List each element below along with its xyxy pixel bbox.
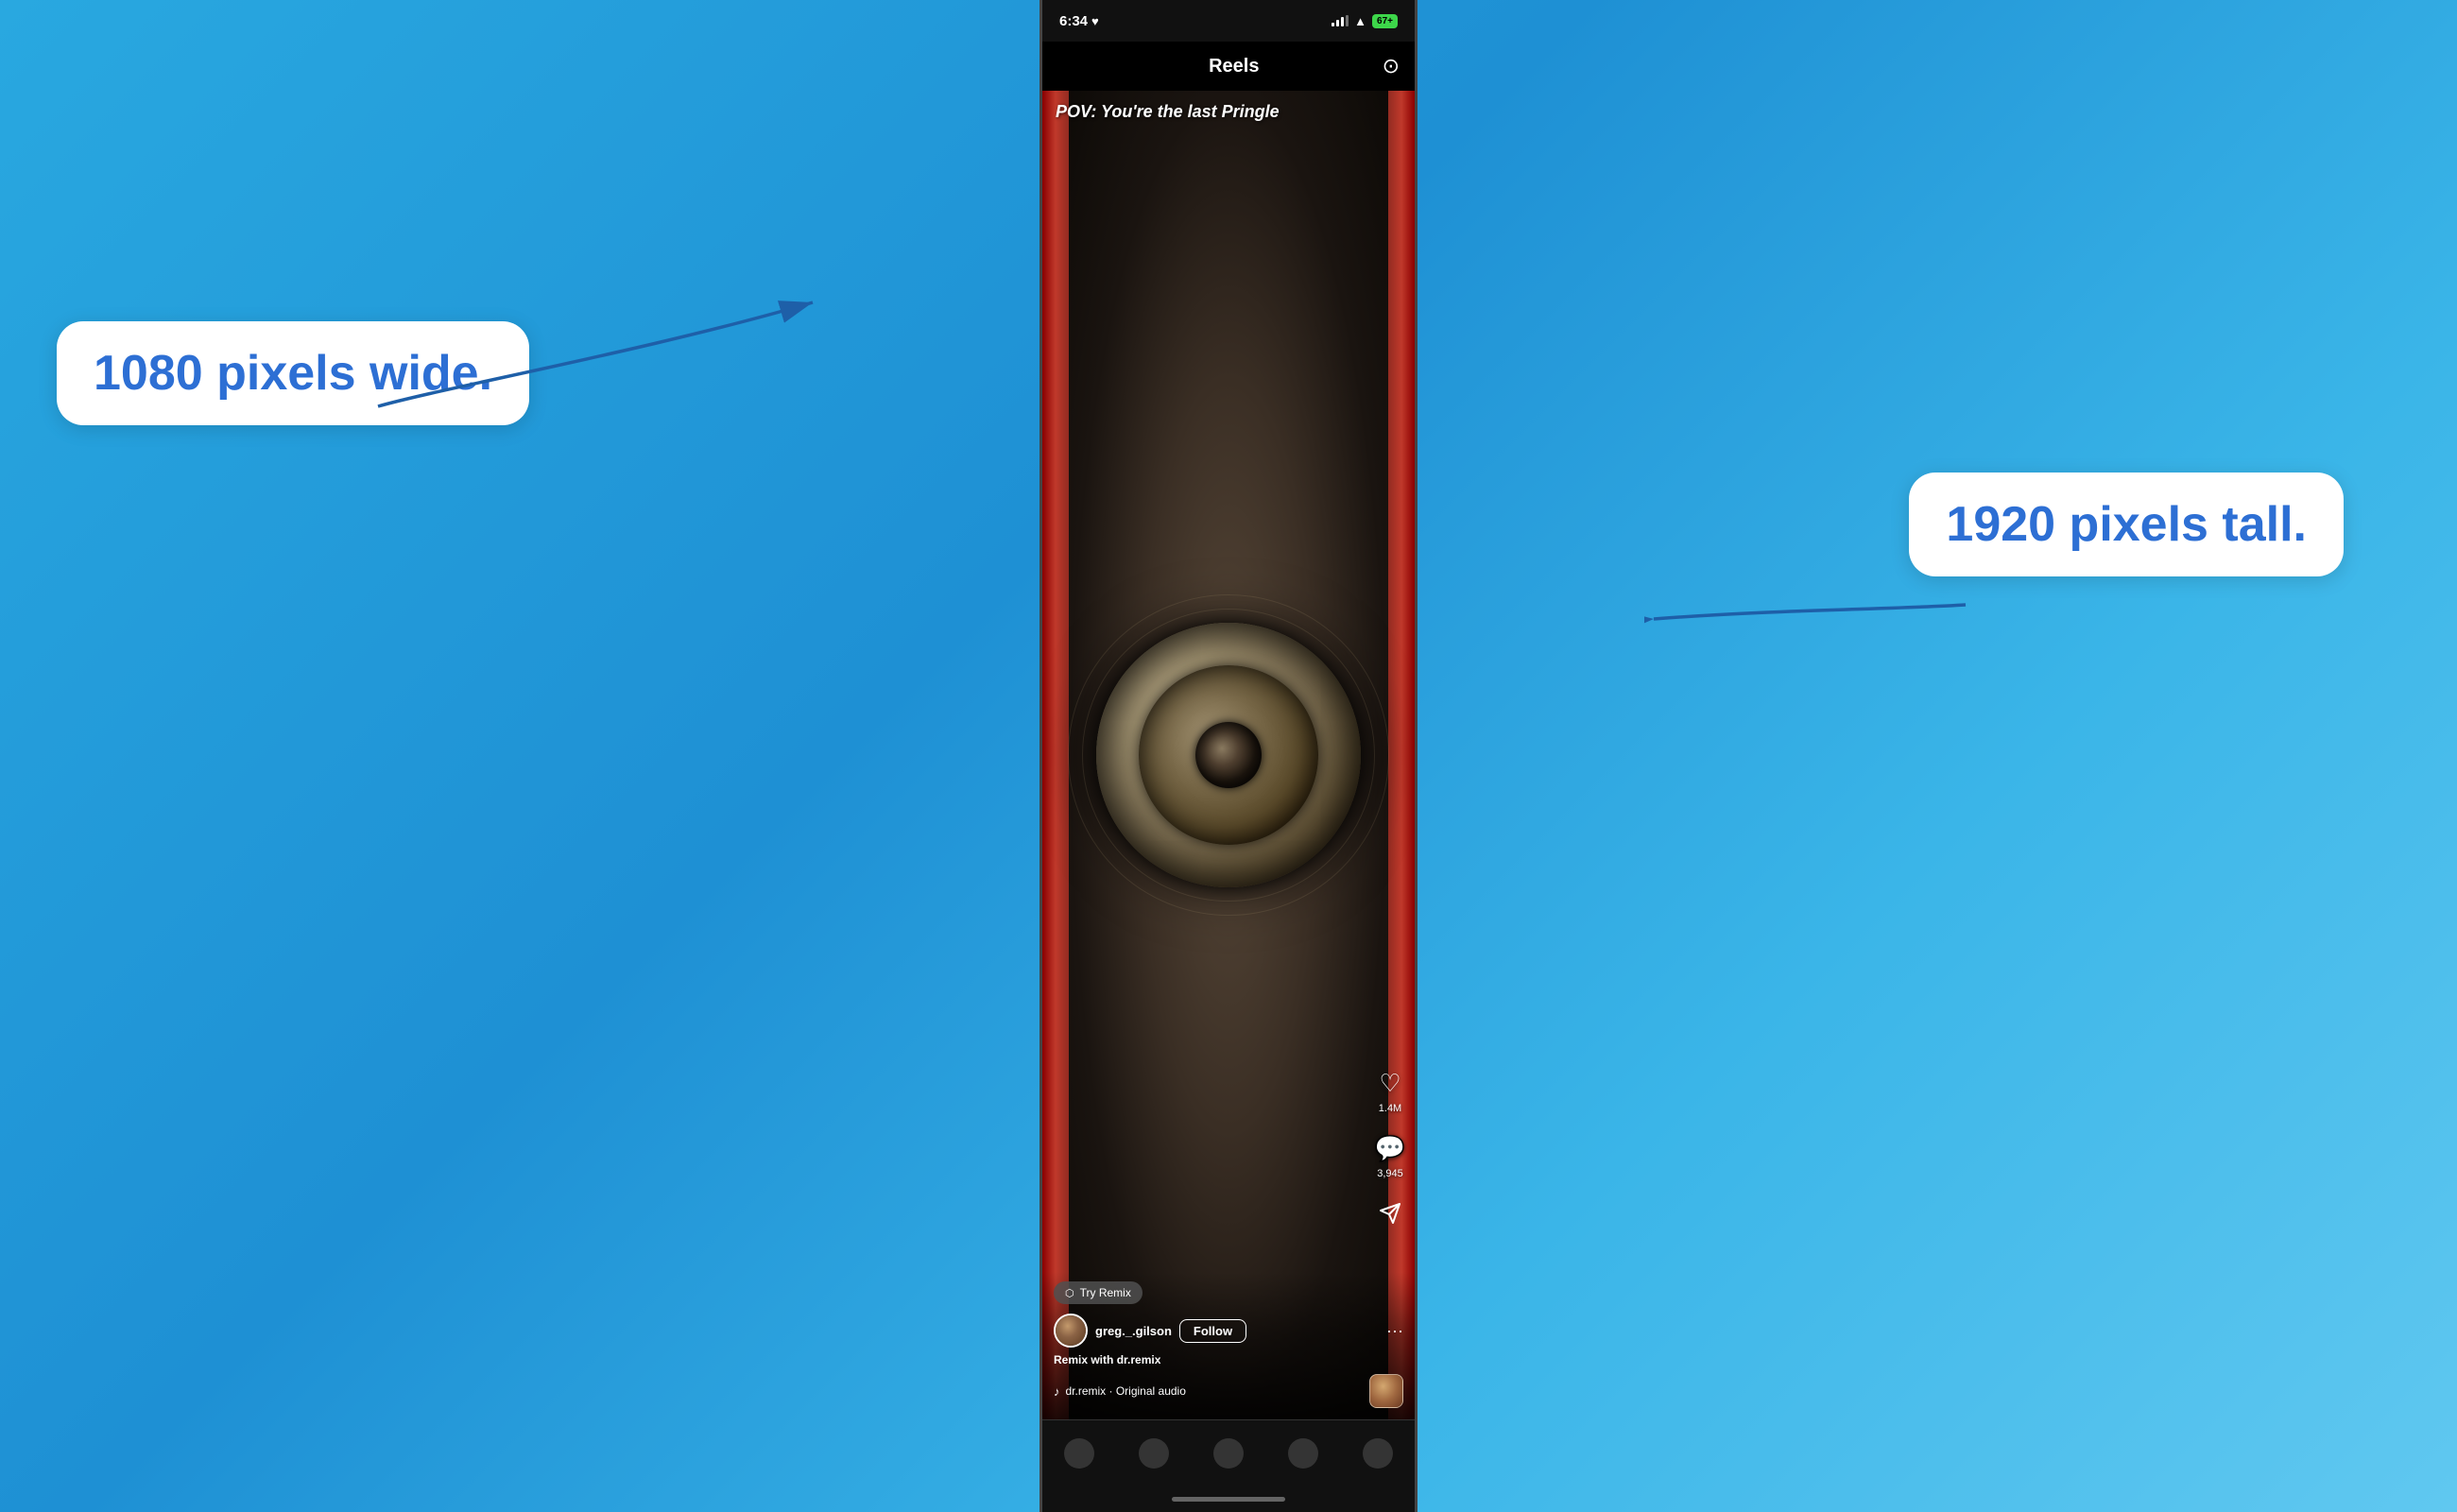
audio-text: dr.remix · Original audio	[1066, 1384, 1186, 1398]
camera-icon[interactable]: ⊙	[1383, 54, 1400, 78]
audio-thumb-image	[1370, 1375, 1402, 1407]
heart-action-icon: ♡	[1373, 1066, 1407, 1100]
wifi-icon: ▲	[1354, 14, 1366, 28]
signal-bar-4	[1346, 15, 1349, 26]
more-options-icon[interactable]: ···	[1386, 1321, 1403, 1341]
battery-badge: 67+	[1372, 14, 1398, 28]
nav-home[interactable]	[1056, 1430, 1103, 1477]
user-avatar-image	[1056, 1315, 1086, 1346]
tube-left	[1042, 91, 1069, 1419]
nav-reels-icon	[1288, 1438, 1318, 1469]
time-text: 6:34	[1059, 13, 1088, 29]
action-buttons: ♡ 1.4M 💬 3,945	[1373, 1066, 1407, 1230]
video-area[interactable]: POV: You're the last Pringle ♡ 1.	[1042, 91, 1415, 1419]
username-text[interactable]: greg._.gilson	[1095, 1324, 1172, 1338]
pringle-can-visual	[1042, 91, 1415, 1419]
heart-icon: ♥	[1091, 14, 1099, 28]
comment-count: 3,945	[1377, 1168, 1403, 1179]
arrow-left-annotation	[350, 274, 822, 463]
follow-button[interactable]: Follow	[1179, 1319, 1246, 1343]
remix-info: Remix with dr.remix	[1054, 1353, 1403, 1366]
phone-frame: 6:34 ♥ ▲ 67+ Reels ⊙ POV: You're the las…	[1040, 0, 1418, 1512]
nav-add[interactable]	[1205, 1430, 1252, 1477]
like-count: 1.4M	[1379, 1103, 1401, 1114]
nav-search-icon	[1139, 1438, 1169, 1469]
arrow-right-annotation	[1644, 548, 1975, 690]
audio-row: ♪ dr.remix · Original audio	[1054, 1374, 1403, 1408]
signal-bar-3	[1341, 17, 1344, 26]
audio-thumbnail[interactable]	[1369, 1374, 1403, 1408]
signal-bar-2	[1336, 20, 1339, 26]
header-title: Reels	[1086, 56, 1383, 77]
remix-prefix: Remix with	[1054, 1353, 1117, 1366]
home-bar	[1172, 1497, 1285, 1502]
status-time: 6:34 ♥	[1059, 13, 1099, 29]
like-button[interactable]: ♡ 1.4M	[1373, 1066, 1407, 1114]
signal-bars-icon	[1332, 15, 1349, 26]
comment-button[interactable]: 💬 3,945	[1373, 1131, 1407, 1179]
nav-profile-icon	[1363, 1438, 1393, 1469]
audio-info[interactable]: ♪ dr.remix · Original audio	[1054, 1384, 1186, 1399]
user-avatar[interactable]	[1054, 1314, 1088, 1348]
send-icon	[1373, 1196, 1407, 1230]
nav-add-icon	[1213, 1438, 1244, 1469]
user-row: greg._.gilson Follow ···	[1054, 1314, 1403, 1348]
signal-bar-1	[1332, 23, 1334, 26]
status-bar: 6:34 ♥ ▲ 67+	[1042, 0, 1415, 42]
caption-overlay: POV: You're the last Pringle	[1042, 102, 1415, 122]
nav-reels[interactable]	[1280, 1430, 1327, 1477]
share-button[interactable]	[1373, 1196, 1407, 1230]
bottom-overlay: ⬡ Try Remix greg._.gilson Follow ··· Rem…	[1042, 1272, 1415, 1419]
can-center	[1195, 722, 1262, 788]
caption-text: POV: You're the last Pringle	[1056, 102, 1280, 121]
remix-author: dr.remix	[1117, 1353, 1161, 1366]
remix-badge[interactable]: ⬡ Try Remix	[1054, 1281, 1143, 1304]
remix-badge-text: Try Remix	[1080, 1286, 1131, 1299]
comment-icon: 💬	[1373, 1131, 1407, 1165]
music-note-icon: ♪	[1054, 1384, 1060, 1399]
status-right-icons: ▲ 67+	[1332, 14, 1398, 28]
home-indicator	[1042, 1486, 1415, 1512]
bottom-nav	[1042, 1419, 1415, 1486]
remix-icon: ⬡	[1065, 1287, 1074, 1299]
nav-profile[interactable]	[1354, 1430, 1401, 1477]
header-bar: Reels ⊙	[1042, 42, 1415, 91]
nav-search[interactable]	[1130, 1430, 1177, 1477]
nav-home-icon	[1064, 1438, 1094, 1469]
callout-right-text: 1920 pixels tall.	[1946, 497, 2307, 552]
